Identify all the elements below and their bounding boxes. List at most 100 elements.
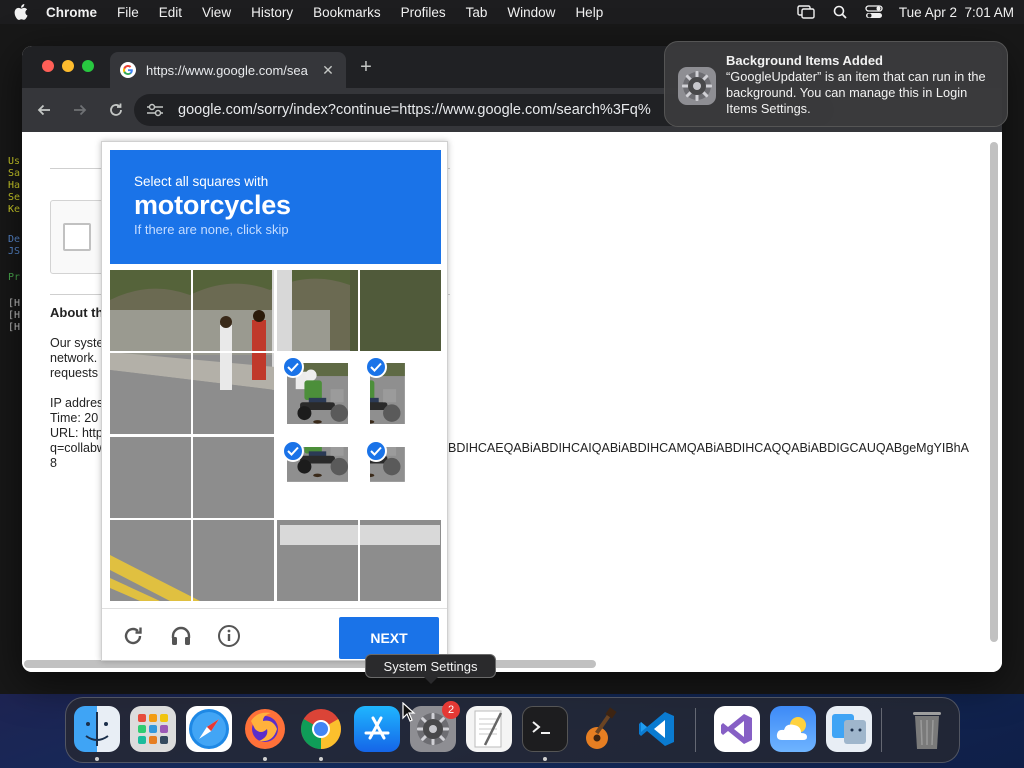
textedit-icon[interactable] [466, 706, 512, 752]
site-info-icon[interactable] [146, 101, 164, 119]
notification-banner[interactable]: Background Items Added “GoogleUpdater” i… [664, 41, 1008, 127]
next-button[interactable]: NEXT [339, 617, 439, 659]
info-icon[interactable] [216, 623, 242, 649]
terminal-text-fragment: [H [8, 322, 21, 333]
terminal-text-fragment: Se [8, 192, 21, 203]
terminal-text-fragment: De [8, 234, 21, 245]
terminal-text-fragment: [H [8, 310, 21, 321]
checkmark-icon [364, 439, 387, 462]
running-indicator [263, 757, 267, 761]
terminal-icon[interactable] [522, 706, 568, 752]
captcha-tile[interactable] [110, 519, 191, 601]
close-window-button[interactable] [42, 60, 54, 72]
vertical-scrollbar[interactable] [990, 142, 998, 642]
terminal-text-fragment: Sa [8, 168, 21, 179]
back-button[interactable] [32, 98, 56, 122]
time-line: Time: 20 [50, 411, 99, 425]
terminal-text-fragment: Us [8, 156, 21, 167]
challenge-header: Select all squares with motorcycles If t… [110, 150, 441, 264]
about-text-line: Our syste [50, 336, 104, 350]
about-text-line: network. [50, 351, 98, 365]
terminal-text-fragment: Ke [8, 204, 21, 215]
menu-app-name[interactable]: Chrome [46, 5, 97, 20]
url-text[interactable]: google.com/sorry/index?continue=https://… [178, 102, 651, 118]
migration-assistant-icon[interactable] [826, 706, 872, 752]
firefox-icon[interactable] [242, 706, 288, 752]
captcha-tile[interactable] [110, 270, 191, 351]
app-store-icon[interactable] [354, 706, 400, 752]
captcha-tile[interactable] [110, 436, 191, 518]
apple-menu-icon[interactable] [10, 4, 32, 20]
captcha-tile[interactable] [359, 519, 441, 601]
menu-profiles[interactable]: Profiles [401, 5, 446, 20]
notification-title: Background Items Added [726, 53, 883, 68]
recaptcha-challenge: Select all squares with motorcycles If t… [101, 141, 448, 661]
menu-view[interactable]: View [202, 5, 231, 20]
dock-separator [695, 708, 696, 752]
menu-edit[interactable]: Edit [159, 5, 182, 20]
captcha-tile[interactable] [110, 353, 191, 435]
terminal-text-fragment: Pr [8, 272, 21, 283]
zoom-window-button[interactable] [82, 60, 94, 72]
tab-close-icon[interactable]: ✕ [320, 62, 336, 79]
safari-icon[interactable] [186, 706, 232, 752]
recaptcha-checkbox[interactable] [63, 223, 91, 251]
terminal-text-fragment: Ha [8, 180, 21, 191]
captcha-tile-selected[interactable] [359, 436, 441, 518]
dock-tooltip: System Settings [365, 654, 496, 684]
notification-badge: 2 [442, 701, 460, 719]
terminal-text-fragment: JS [8, 246, 21, 257]
terminal-text-fragment: [H [8, 298, 21, 309]
captcha-tile-selected[interactable] [276, 353, 358, 435]
weather-icon[interactable] [770, 706, 816, 752]
captcha-tile-selected[interactable] [276, 436, 358, 518]
query-string-tail: BDIHCAEQABiABDIHCAIQABiABDIHCAMQABiABDIH… [448, 441, 969, 455]
garageband-icon[interactable] [578, 706, 624, 752]
challenge-image-grid [110, 270, 441, 601]
menu-history[interactable]: History [251, 5, 293, 20]
browser-tab-active[interactable]: https://www.google.com/sea ✕ [110, 52, 346, 88]
google-favicon-icon [120, 62, 136, 78]
menu-file[interactable]: File [117, 5, 139, 20]
mouse-pointer-icon [402, 701, 416, 722]
minimize-window-button[interactable] [62, 60, 74, 72]
captcha-tile[interactable] [276, 519, 358, 601]
visual-studio-icon[interactable] [714, 706, 760, 752]
finder-icon[interactable] [74, 706, 120, 752]
menu-bar: Chrome File Edit View History Bookmarks … [0, 0, 1024, 24]
menu-tab[interactable]: Tab [466, 5, 488, 20]
url-line: URL: http [50, 426, 103, 440]
spotlight-search-icon[interactable] [831, 4, 849, 20]
menu-help[interactable]: Help [575, 5, 603, 20]
control-center-icon[interactable] [865, 4, 883, 20]
about-heading: About th [50, 305, 104, 320]
captcha-tile-selected[interactable] [359, 353, 441, 435]
reload-icon[interactable] [120, 623, 146, 649]
new-tab-button[interactable]: + [356, 56, 376, 79]
menubar-clock[interactable]: Tue Apr 2 7:01 AM [899, 5, 1014, 20]
captcha-tile[interactable] [193, 353, 275, 435]
reload-button[interactable] [104, 98, 128, 122]
horizontal-scrollbar[interactable] [24, 660, 596, 668]
running-indicator [543, 757, 547, 761]
vscode-icon[interactable] [634, 706, 680, 752]
launchpad-icon[interactable] [130, 706, 176, 752]
checkmark-icon [281, 356, 304, 379]
captcha-tile[interactable] [359, 270, 441, 351]
captcha-tile[interactable] [193, 270, 275, 351]
captcha-tile[interactable] [276, 270, 358, 351]
challenge-skip-hint: If there are none, click skip [134, 222, 289, 237]
menu-window[interactable]: Window [507, 5, 555, 20]
captcha-tile[interactable] [193, 436, 275, 518]
screen-mirroring-icon[interactable] [797, 4, 815, 20]
menu-bookmarks[interactable]: Bookmarks [313, 5, 381, 20]
chrome-icon[interactable] [298, 706, 344, 752]
ip-address-line: IP addres [50, 396, 104, 410]
forward-button[interactable] [68, 98, 92, 122]
notification-body: “GoogleUpdater” is an item that can run … [726, 69, 986, 116]
dock-separator [881, 708, 882, 752]
captcha-tile[interactable] [193, 519, 275, 601]
system-settings-icon[interactable]: 2 [410, 701, 460, 752]
trash-icon[interactable] [904, 706, 950, 752]
audio-icon[interactable] [168, 623, 194, 649]
